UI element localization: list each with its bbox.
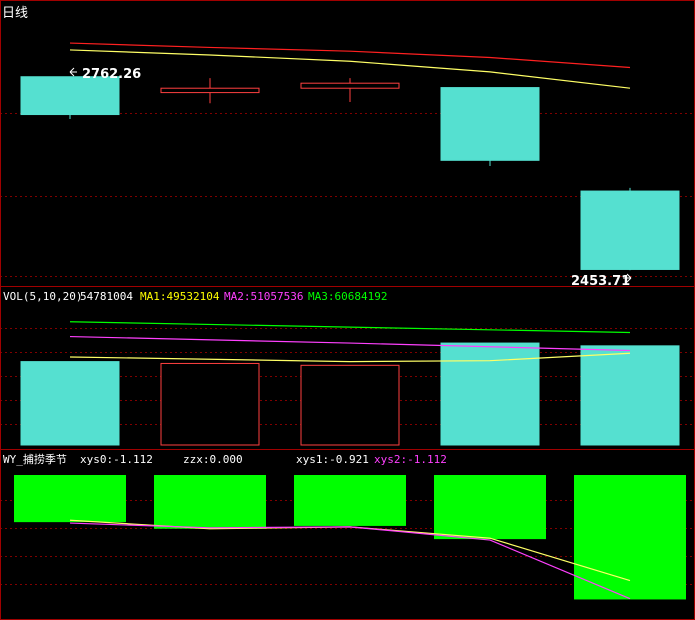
- indicator-bar-4: [574, 475, 686, 600]
- indicator-zzx: zzx:0.000: [183, 453, 243, 466]
- indicator-bar-0: [14, 475, 126, 523]
- indicator-bar-3: [434, 475, 546, 540]
- volume-bar-2: [300, 364, 400, 446]
- indicator-xys0: xys0:-1.112: [80, 453, 153, 466]
- candle-body-3: [440, 87, 540, 161]
- volume-value: 54781004: [80, 290, 133, 303]
- price-panel-title: 日线: [2, 6, 28, 21]
- volume-ma1: MA1:49532104: [140, 290, 220, 303]
- indicator-bar-2: [294, 475, 406, 526]
- volume-ma-lines: [69, 321, 631, 363]
- low-price-label: 2453.71: [571, 274, 630, 289]
- high-arrow-icon: [69, 67, 77, 77]
- volume-bar-4: [580, 345, 680, 446]
- candle-body-4: [580, 190, 680, 270]
- price-ma-line-0: [69, 42, 631, 69]
- volume-indicator-name: VOL(5,10,20): [3, 290, 82, 303]
- indicator-xys1: xys1:-0.921: [296, 453, 369, 466]
- candle-body-2: [300, 82, 400, 89]
- indicator-xys2: xys2:-1.112: [374, 453, 447, 466]
- volume-bar-1: [160, 362, 260, 446]
- indicator-panel-legend: WY_捕捞季节 xys0:-1.112 zzx:0.000 xys1:-0.92…: [3, 452, 447, 466]
- volume-ma-line-2: [69, 352, 631, 363]
- volume-bar-0: [20, 361, 120, 446]
- volume-panel-legend: VOL(5,10,20) 54781004 MA1:49532104 MA2:5…: [3, 290, 387, 303]
- candle-body-1: [160, 87, 260, 94]
- low-marker: 2453.71: [571, 273, 632, 289]
- stock-chart: 日线 2762.26 2453.71 VOL(5,10,20) 54781004…: [0, 0, 695, 620]
- high-price-label: 2762.26: [82, 67, 141, 82]
- volume-ma-line-1: [69, 335, 631, 352]
- indicator-bars: [14, 475, 686, 600]
- volume-ma3: MA3:60684192: [308, 290, 387, 303]
- indicator-name: WY_捕捞季节: [3, 452, 67, 466]
- candle-body-0: [20, 76, 120, 116]
- volume-ma2: MA2:51057536: [224, 290, 303, 303]
- indicator-bar-1: [154, 475, 266, 529]
- volume-ma-line-0: [69, 321, 631, 334]
- price-candles: [20, 76, 680, 271]
